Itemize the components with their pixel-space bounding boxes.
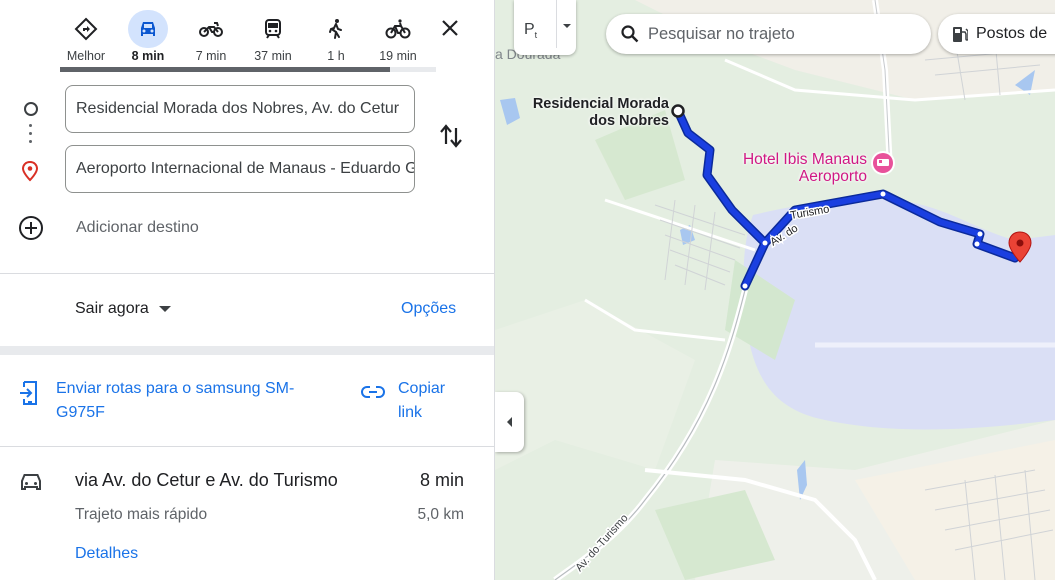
travel-mode-bar: Melhor 8 min 7 min 37 min 1 h 19 min (58, 10, 458, 70)
car-icon (128, 10, 168, 48)
train-icon (253, 10, 293, 48)
options-button[interactable]: Opções (401, 300, 456, 318)
add-destination-button[interactable]: Adicionar destino (18, 215, 199, 241)
route-details-link[interactable]: Detalhes (75, 545, 138, 563)
divider (0, 446, 494, 447)
gas-stations-label: Postos de (976, 25, 1048, 42)
destination-pin-icon (20, 160, 40, 187)
route-car-icon (18, 470, 44, 499)
mode-transit-label: 37 min (254, 49, 292, 63)
mode-best[interactable]: Melhor (66, 10, 106, 63)
hotel-marker-icon[interactable] (871, 151, 895, 175)
link-icon (361, 386, 385, 398)
map-view[interactable]: Av. do Turismo Av. do Turismo a Dourada … (495, 0, 1055, 580)
hotel-map-label-line2: Aeroporto (798, 168, 867, 185)
mode-car-label: 8 min (131, 49, 165, 63)
depart-time-dropdown[interactable]: Sair agora (75, 300, 171, 318)
route-subtitle: Trajeto mais rápido (75, 506, 208, 523)
mode-transit[interactable]: 37 min (253, 10, 293, 63)
depart-time-label: Sair agora (75, 300, 149, 317)
mode-walk[interactable]: 1 h (316, 10, 356, 63)
copy-link-label: Copiar link (398, 380, 446, 421)
mode-best-label: Melhor (66, 49, 106, 63)
origin-input[interactable]: Residencial Morada dos Nobres, Av. do Ce… (65, 85, 415, 133)
mode-scroll-thumb[interactable] (60, 67, 390, 72)
mode-bicycle-label: 19 min (379, 49, 417, 63)
mode-walk-label: 1 h (327, 49, 345, 63)
gas-station-icon (953, 27, 968, 42)
destination-input[interactable]: Aeroporto Internacional de Manaus - Edua… (65, 145, 415, 193)
close-directions-button[interactable] (434, 12, 466, 44)
search-along-route-input[interactable]: Pesquisar no trajeto (606, 14, 931, 54)
mode-motorcycle-label: 7 min (195, 49, 227, 63)
traffic-layer-icon: Pt (524, 21, 538, 41)
route-name[interactable]: via Av. do Cetur e Av. do Turismo (75, 470, 338, 491)
directions-panel: Melhor 8 min 7 min 37 min 1 h 19 min Res… (0, 0, 495, 580)
route-duration: 8 min (419, 470, 464, 490)
directions-diamond-icon (66, 10, 106, 48)
swap-arrows-icon (440, 124, 462, 148)
hotel-map-label[interactable]: Hotel Ibis Manaus Aeroporto (705, 151, 867, 185)
layers-dropdown-icon[interactable] (563, 24, 571, 28)
add-circle-icon (19, 216, 43, 240)
mode-motorcycle[interactable]: 7 min (191, 10, 231, 63)
map-canvas: Av. do Turismo Av. do Turismo (495, 0, 1055, 580)
send-to-device-icon (20, 381, 37, 405)
route-distance: 5,0 km (417, 506, 464, 523)
search-icon (621, 25, 639, 43)
hotel-map-label-line1: Hotel Ibis Manaus (742, 151, 867, 168)
route-dots-icon (29, 124, 32, 148)
dropdown-arrow-icon (158, 306, 171, 312)
layers-button[interactable]: Pt (514, 0, 576, 55)
mode-car[interactable]: 8 min (128, 10, 168, 63)
chevron-left-icon (507, 417, 512, 427)
copy-link-button[interactable]: Copiar link (360, 377, 468, 425)
origin-map-label-line1: Residencial Morada (532, 96, 669, 112)
swap-origin-destination-button[interactable] (438, 122, 464, 155)
divider (0, 273, 494, 274)
origin-map-label[interactable]: Residencial Morada dos Nobres (503, 96, 669, 130)
layers-separator (556, 0, 557, 48)
bicycle-icon (378, 10, 418, 48)
close-icon (442, 20, 458, 36)
gas-stations-chip[interactable]: Postos de (938, 14, 1055, 54)
section-divider (0, 346, 494, 355)
motorcycle-icon (191, 10, 231, 48)
send-to-phone-button[interactable]: Enviar rotas para o samsung SM-G975F (18, 377, 316, 425)
origin-marker-icon[interactable] (671, 104, 685, 118)
mode-bicycle[interactable]: 19 min (378, 10, 418, 63)
search-placeholder: Pesquisar no trajeto (648, 24, 795, 43)
walk-icon (316, 10, 356, 48)
origin-circle-icon (24, 102, 38, 116)
send-to-phone-label: Enviar rotas para o samsung SM-G975F (56, 380, 295, 421)
origin-map-label-line2: dos Nobres (589, 113, 669, 129)
collapse-panel-button[interactable] (495, 392, 524, 452)
add-destination-label: Adicionar destino (76, 219, 199, 236)
